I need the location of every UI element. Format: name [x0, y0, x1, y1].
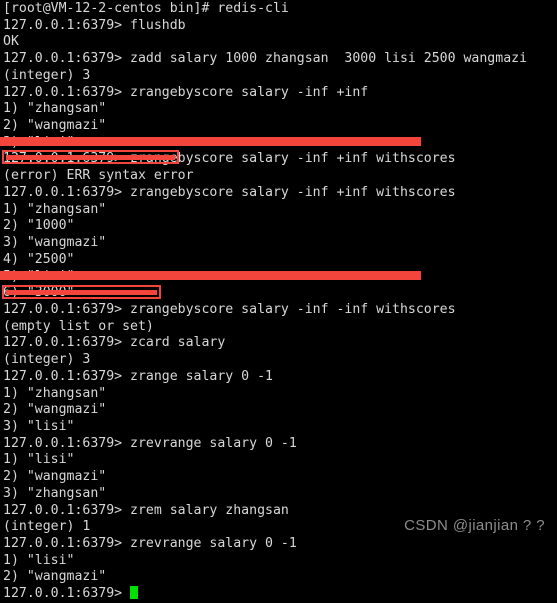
terminal-line: (integer) 1 — [3, 519, 91, 535]
terminal-line: 127.0.0.1:6379> zrem salary zhangsan — [3, 502, 289, 518]
terminal-line: 127.0.0.1:6379> zrangebyscore salary -in… — [3, 84, 369, 100]
terminal-window[interactable]: [root@VM-12-2-centos bin]# redis-cli 127… — [0, 0, 557, 601]
terminal-active-prompt-line[interactable]: 127.0.0.1:6379> — [3, 586, 557, 603]
terminal-line: 127.0.0.1:6379> zcard salary — [3, 335, 226, 351]
terminal-line: 3) "lisi" — [3, 418, 75, 434]
terminal-line: 127.0.0.1:6379> zrevrange salary 0 -1 — [3, 435, 297, 451]
terminal-line: 6) "3000" — [3, 285, 75, 301]
terminal-line: 3) "lisi" — [3, 134, 75, 150]
terminal-line: (integer) 3 — [3, 67, 91, 83]
shell-prompt: 127.0.0.1:6379> — [3, 586, 131, 602]
terminal-line: (integer) 3 — [3, 352, 91, 368]
terminal-line: 2) "1000" — [3, 218, 75, 234]
terminal-line: 2) "wangmazi" — [3, 118, 107, 134]
terminal-line: 5) "lisi" — [3, 268, 75, 284]
terminal-line-redacted: (empty list or set) — [3, 318, 154, 334]
text-cursor — [130, 586, 139, 600]
terminal-line: 1) "zhangsan" — [3, 101, 107, 117]
terminal-line: 3) "wangmazi" — [3, 235, 107, 251]
terminal-line: 4) "2500" — [3, 251, 75, 267]
terminal-line-redacted: 127.0.0.1:6379> zrangebyscore salary -in… — [3, 151, 456, 167]
terminal-line: 3) "zhangsan" — [3, 485, 107, 501]
terminal-line: 127.0.0.1:6379> zadd salary 1000 zhangsa… — [3, 51, 528, 67]
terminal-line: 1) "lisi" — [3, 552, 75, 568]
terminal-line: OK — [3, 34, 19, 50]
terminal-line-redacted: (error) ERR syntax error — [3, 168, 194, 184]
terminal-line: [root@VM-12-2-centos bin]# redis-cli — [3, 1, 289, 16]
terminal-line: 127.0.0.1:6379> zrange salary 0 -1 — [3, 368, 273, 384]
terminal-line: 2) "wangmazi" — [3, 569, 107, 585]
terminal-screen[interactable]: [root@VM-12-2-centos bin]# redis-cli 127… — [3, 1, 557, 601]
terminal-line: 1) "zhangsan" — [3, 201, 107, 217]
terminal-line: 1) "zhangsan" — [3, 385, 107, 401]
terminal-line: 2) "wangmazi" — [3, 402, 107, 418]
terminal-line: 2) "wangmazi" — [3, 469, 107, 485]
terminal-line: 1) "lisi" — [3, 452, 75, 468]
terminal-line-redacted: 127.0.0.1:6379> zrangebyscore salary -in… — [3, 301, 456, 317]
terminal-line: 127.0.0.1:6379> flushdb — [3, 17, 186, 33]
terminal-line: 127.0.0.1:6379> zrangebyscore salary -in… — [3, 184, 456, 200]
terminal-line: 127.0.0.1:6379> zrevrange salary 0 -1 — [3, 536, 297, 551]
